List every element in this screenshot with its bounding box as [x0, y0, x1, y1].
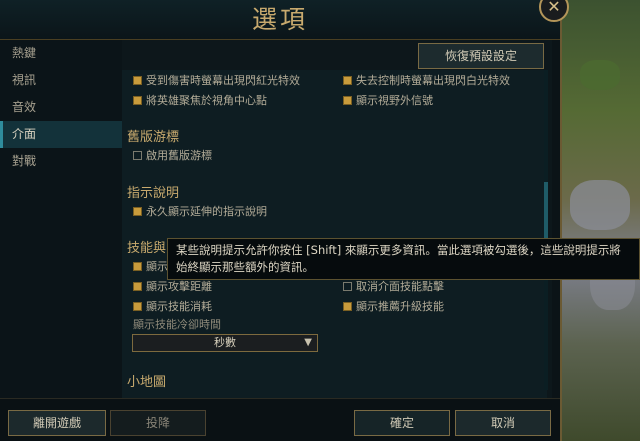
checkbox-unchecked[interactable]: [343, 282, 352, 291]
section-abilities: 技能與: [127, 241, 167, 256]
sidebar-item-video[interactable]: 視訊: [0, 67, 122, 94]
checkbox-checked[interactable]: [133, 282, 142, 291]
option-extended-tooltips[interactable]: 永久顯示延伸的指示說明: [133, 205, 267, 219]
footer-bar: 離開遊戲 投降 確定 取消: [0, 398, 560, 441]
sidebar-item-interface[interactable]: 介面: [0, 121, 122, 148]
option-ability-display[interactable]: 顯示: [133, 260, 168, 274]
sidebar: 熱鍵 視訊 音效 介面 對戰: [0, 40, 122, 398]
checkbox-checked[interactable]: [343, 76, 352, 85]
surrender-button[interactable]: 投降: [110, 410, 206, 436]
option-center-camera[interactable]: 將英雄聚焦於視角中心點: [133, 94, 267, 108]
option-legacy-cursor[interactable]: 啟用舊版游標: [133, 149, 212, 163]
checkbox-checked[interactable]: [343, 96, 352, 105]
option-cc-flash[interactable]: 失去控制時螢幕出現閃白光特效: [343, 74, 510, 88]
sidebar-item-hotkeys[interactable]: 熱鍵: [0, 40, 122, 67]
option-attack-range[interactable]: 顯示攻擊距離: [133, 280, 212, 294]
checkbox-checked[interactable]: [133, 262, 142, 271]
background-art: [560, 0, 640, 441]
section-minimap: 小地圖: [127, 375, 167, 390]
dropdown-arrow-icon: ▼: [304, 337, 312, 348]
option-ability-cost[interactable]: 顯示技能消耗: [133, 300, 212, 314]
checkbox-unchecked[interactable]: [133, 151, 142, 160]
checkbox-checked[interactable]: [133, 207, 142, 216]
window-title: 選項: [251, 5, 308, 34]
sidebar-item-game[interactable]: 對戰: [0, 148, 122, 175]
title-bar: 選項: [0, 0, 560, 40]
checkbox-checked[interactable]: [133, 302, 142, 311]
option-offscreen-pings[interactable]: 顯示視野外信號: [343, 94, 433, 108]
option-cancel-ui-click[interactable]: 取消介面技能點擊: [343, 280, 444, 294]
cooldown-format-value: 秒數: [214, 336, 236, 349]
section-tooltips: 指示說明: [127, 186, 180, 201]
cooldown-display-label: 顯示技能冷卻時間: [133, 318, 221, 331]
sidebar-item-sound[interactable]: 音效: [0, 94, 122, 121]
option-recommended-skills[interactable]: 顯示推薦升級技能: [343, 300, 444, 314]
cancel-button[interactable]: 取消: [455, 410, 551, 436]
checkbox-checked[interactable]: [133, 96, 142, 105]
ok-button[interactable]: 確定: [354, 410, 450, 436]
cooldown-format-select[interactable]: 秒數 ▼: [132, 334, 318, 352]
checkbox-checked[interactable]: [133, 76, 142, 85]
options-window: 選項 熱鍵 視訊 音效 介面 對戰 恢復預設設定 受到傷害時螢幕出現閃紅光特效 …: [0, 0, 562, 441]
tooltip-popup: 某些說明提示允許你按住 [Shift] 來顯示更多資訊。當此選項被勾選後，這些說…: [167, 238, 640, 280]
checkbox-checked[interactable]: [343, 302, 352, 311]
exit-game-button[interactable]: 離開遊戲: [8, 410, 106, 436]
option-damage-flash[interactable]: 受到傷害時螢幕出現閃紅光特效: [133, 74, 300, 88]
section-legacy-cursor: 舊版游標: [127, 130, 180, 145]
reset-defaults-button[interactable]: 恢復預設設定: [418, 43, 544, 69]
